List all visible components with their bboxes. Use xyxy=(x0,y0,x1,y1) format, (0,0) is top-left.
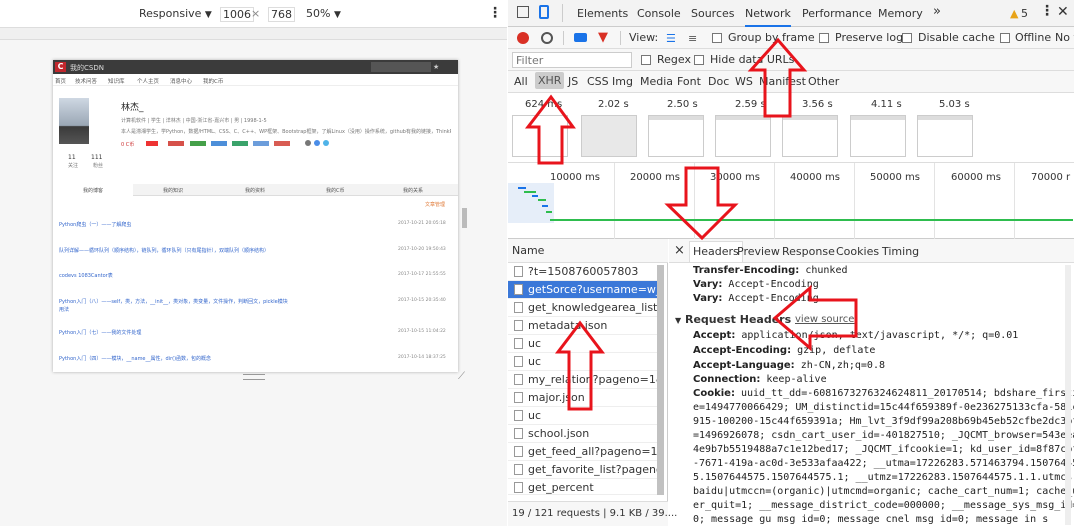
annotation-arrow-headers xyxy=(664,166,739,241)
annotation-arrow-selected-request xyxy=(554,320,606,411)
annotation-arrow-network xyxy=(747,37,808,118)
annotation-arrow-xhr xyxy=(524,94,576,165)
annotation-arrow-request-headers xyxy=(772,284,858,352)
annotation-arrows xyxy=(524,37,858,411)
